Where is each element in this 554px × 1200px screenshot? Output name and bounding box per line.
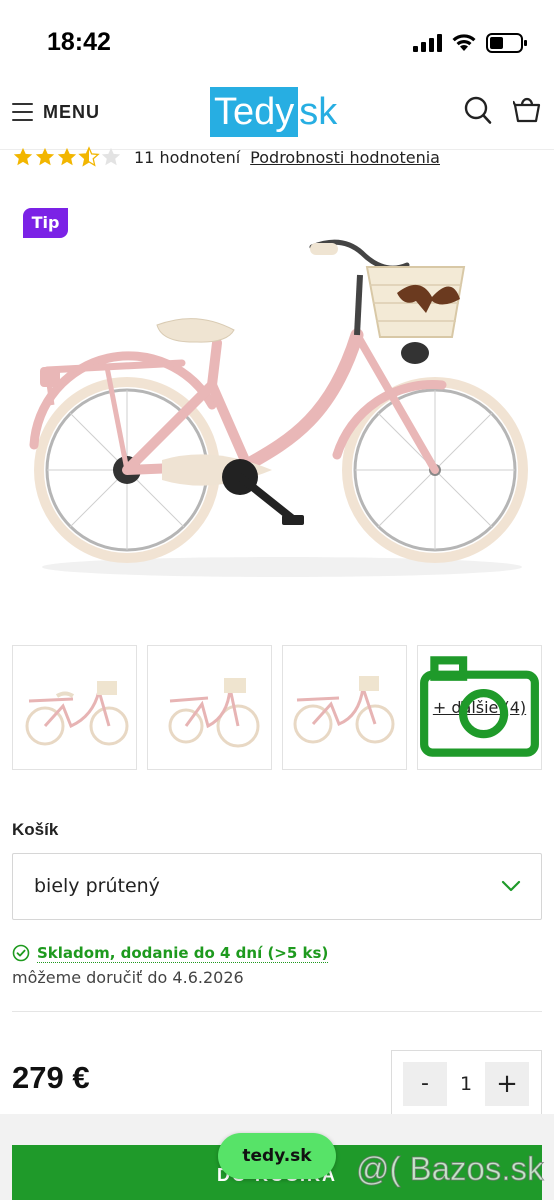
menu-label: MENU (43, 101, 100, 122)
star-half-icon (78, 146, 100, 167)
product-rating: 11 hodnotení Podrobnosti hodnotenia (12, 146, 440, 168)
thumbnail-bike-image (293, 676, 395, 744)
battery-icon (486, 33, 527, 53)
check-circle-icon (12, 944, 30, 962)
cellular-signal-icon (413, 34, 442, 52)
star-empty-icon (101, 147, 121, 166)
status-bar: 18:42 (0, 0, 554, 80)
rating-details-link[interactable]: Podrobnosti hodnotenia (250, 148, 440, 167)
menu-button[interactable]: MENU (12, 100, 100, 124)
site-header: MENU Tedy sk (0, 80, 554, 150)
star-full-icon (13, 147, 33, 166)
camera-icon (420, 656, 539, 757)
site-logo[interactable]: Tedy sk (210, 87, 342, 137)
stock-status: Skladom, dodanie do 4 dní (>5 ks) (12, 942, 329, 964)
wifi-icon (452, 34, 476, 51)
quantity-decrease-button[interactable]: - (403, 1062, 447, 1106)
rating-stars (12, 146, 122, 168)
quantity-stepper: - 1 + (391, 1050, 542, 1115)
quantity-input[interactable]: 1 (447, 1062, 485, 1106)
tip-badge: Tip (23, 208, 68, 238)
quantity-increase-button[interactable]: + (485, 1062, 529, 1106)
search-icon[interactable] (464, 96, 492, 126)
thumbnail-2[interactable] (147, 645, 272, 770)
basket-option-select[interactable]: biely prútený (12, 853, 542, 920)
watermark: @( Bazos.sk (356, 1150, 545, 1188)
divider (12, 1011, 542, 1012)
stock-text[interactable]: Skladom, dodanie do 4 dní (>5 ks) (37, 944, 329, 963)
product-main-image[interactable] (12, 215, 542, 585)
browser-url-pill[interactable]: tedy.sk (218, 1133, 336, 1179)
thumbnail-bike-image (168, 678, 260, 748)
option-label: Košík (12, 820, 59, 839)
thumbnail-bike-image (25, 681, 129, 746)
select-value: biely prútený (34, 875, 160, 897)
star-full-icon (35, 147, 55, 166)
more-images-button[interactable]: + ďalšie (4) (417, 645, 542, 770)
logo-text-box: Tedy (210, 87, 299, 137)
hamburger-icon (12, 103, 33, 121)
rating-count: 11 hodnotení (134, 147, 241, 167)
logo-text-tail: sk (299, 91, 338, 133)
product-thumbnails: + ďalšie (4) (12, 645, 542, 770)
thumbnail-3[interactable] (282, 645, 407, 770)
chevron-down-icon (501, 880, 521, 892)
delivery-text: môžeme doručiť do 4.6.2026 (12, 968, 244, 987)
product-price: 279 € (12, 1060, 90, 1095)
thumbnail-1[interactable] (12, 645, 137, 770)
cart-icon[interactable] (513, 94, 541, 124)
status-time: 18:42 (47, 28, 111, 56)
star-full-icon (57, 147, 77, 166)
